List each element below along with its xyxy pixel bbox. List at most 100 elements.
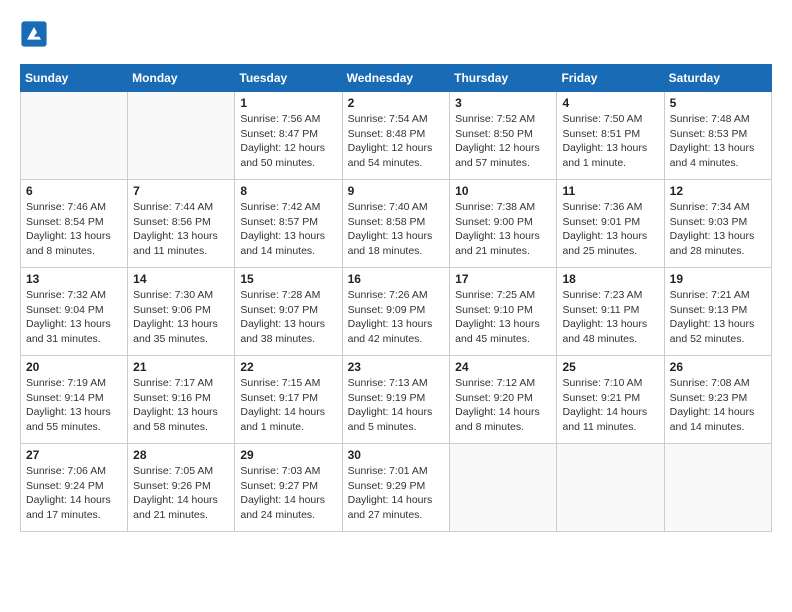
calendar-cell: 11 Sunrise: 7:36 AM Sunset: 9:01 PM Dayli…	[557, 180, 664, 268]
calendar-cell: 22 Sunrise: 7:15 AM Sunset: 9:17 PM Dayli…	[235, 356, 342, 444]
calendar-cell: 18 Sunrise: 7:23 AM Sunset: 9:11 PM Dayli…	[557, 268, 664, 356]
day-info: Sunrise: 7:36 AM Sunset: 9:01 PM Dayligh…	[562, 200, 658, 259]
calendar-cell: 27Sunrise: 7:06 AM Sunset: 9:24 PM Dayli…	[21, 444, 128, 532]
day-number: 3	[455, 96, 551, 110]
day-number: 12	[670, 184, 766, 198]
day-number: 30	[348, 448, 445, 462]
calendar-cell: 2 Sunrise: 7:54 AM Sunset: 8:48 PM Daylig…	[342, 92, 450, 180]
calendar-cell: 6 Sunrise: 7:46 AM Sunset: 8:54 PM Daylig…	[21, 180, 128, 268]
day-info: Sunrise: 7:23 AM Sunset: 9:11 PM Dayligh…	[562, 288, 658, 347]
day-number: 2	[348, 96, 445, 110]
page-header	[20, 20, 772, 48]
calendar-cell: 12 Sunrise: 7:34 AM Sunset: 9:03 PM Dayli…	[664, 180, 771, 268]
day-number: 11	[562, 184, 658, 198]
day-info: Sunrise: 7:42 AM Sunset: 8:57 PM Dayligh…	[240, 200, 336, 259]
calendar-cell	[664, 444, 771, 532]
day-info: Sunrise: 7:28 AM Sunset: 9:07 PM Dayligh…	[240, 288, 336, 347]
calendar-cell: 28 Sunrise: 7:05 AM Sunset: 9:26 PM Dayli…	[128, 444, 235, 532]
day-number: 15	[240, 272, 336, 286]
day-number: 29	[240, 448, 336, 462]
day-info: Sunrise: 7:25 AM Sunset: 9:10 PM Dayligh…	[455, 288, 551, 347]
calendar-table: SundayMondayTuesdayWednesdayThursdayFrid…	[20, 64, 772, 532]
weekday-header-wednesday: Wednesday	[342, 65, 450, 92]
calendar-cell: 25 Sunrise: 7:10 AM Sunset: 9:21 PM Dayli…	[557, 356, 664, 444]
calendar-cell: 15 Sunrise: 7:28 AM Sunset: 9:07 PM Dayli…	[235, 268, 342, 356]
calendar-week-5: 27Sunrise: 7:06 AM Sunset: 9:24 PM Dayli…	[21, 444, 772, 532]
calendar-cell: 24 Sunrise: 7:12 AM Sunset: 9:20 PM Dayli…	[450, 356, 557, 444]
calendar-week-2: 6 Sunrise: 7:46 AM Sunset: 8:54 PM Daylig…	[21, 180, 772, 268]
day-info: Sunrise: 7:44 AM Sunset: 8:56 PM Dayligh…	[133, 200, 229, 259]
calendar-cell: 9 Sunrise: 7:40 AM Sunset: 8:58 PM Daylig…	[342, 180, 450, 268]
calendar-cell	[21, 92, 128, 180]
weekday-header-row: SundayMondayTuesdayWednesdayThursdayFrid…	[21, 65, 772, 92]
calendar-cell: 3 Sunrise: 7:52 AM Sunset: 8:50 PM Daylig…	[450, 92, 557, 180]
calendar-cell: 10 Sunrise: 7:38 AM Sunset: 9:00 PM Dayli…	[450, 180, 557, 268]
day-info: Sunrise: 7:34 AM Sunset: 9:03 PM Dayligh…	[670, 200, 766, 259]
day-number: 14	[133, 272, 229, 286]
calendar-cell: 4Sunrise: 7:50 AM Sunset: 8:51 PM Daylig…	[557, 92, 664, 180]
calendar-week-3: 13Sunrise: 7:32 AM Sunset: 9:04 PM Dayli…	[21, 268, 772, 356]
day-number: 10	[455, 184, 551, 198]
day-info: Sunrise: 7:10 AM Sunset: 9:21 PM Dayligh…	[562, 376, 658, 435]
day-number: 8	[240, 184, 336, 198]
calendar-cell: 7Sunrise: 7:44 AM Sunset: 8:56 PM Daylig…	[128, 180, 235, 268]
day-number: 6	[26, 184, 122, 198]
day-number: 16	[348, 272, 445, 286]
day-info: Sunrise: 7:54 AM Sunset: 8:48 PM Dayligh…	[348, 112, 445, 171]
calendar-cell	[128, 92, 235, 180]
calendar-cell: 17 Sunrise: 7:25 AM Sunset: 9:10 PM Dayli…	[450, 268, 557, 356]
day-number: 17	[455, 272, 551, 286]
day-info: Sunrise: 7:15 AM Sunset: 9:17 PM Dayligh…	[240, 376, 336, 435]
calendar-cell: 5 Sunrise: 7:48 AM Sunset: 8:53 PM Daylig…	[664, 92, 771, 180]
calendar-cell: 23Sunrise: 7:13 AM Sunset: 9:19 PM Dayli…	[342, 356, 450, 444]
day-number: 5	[670, 96, 766, 110]
day-info: Sunrise: 7:56 AM Sunset: 8:47 PM Dayligh…	[240, 112, 336, 171]
day-info: Sunrise: 7:52 AM Sunset: 8:50 PM Dayligh…	[455, 112, 551, 171]
day-info: Sunrise: 7:50 AM Sunset: 8:51 PM Dayligh…	[562, 112, 658, 171]
weekday-header-thursday: Thursday	[450, 65, 557, 92]
day-info: Sunrise: 7:05 AM Sunset: 9:26 PM Dayligh…	[133, 464, 229, 523]
day-number: 13	[26, 272, 122, 286]
calendar-cell: 19 Sunrise: 7:21 AM Sunset: 9:13 PM Dayli…	[664, 268, 771, 356]
day-number: 25	[562, 360, 658, 374]
calendar-cell: 16Sunrise: 7:26 AM Sunset: 9:09 PM Dayli…	[342, 268, 450, 356]
day-number: 22	[240, 360, 336, 374]
calendar-cell: 1 Sunrise: 7:56 AM Sunset: 8:47 PM Daylig…	[235, 92, 342, 180]
day-info: Sunrise: 7:08 AM Sunset: 9:23 PM Dayligh…	[670, 376, 766, 435]
day-info: Sunrise: 7:19 AM Sunset: 9:14 PM Dayligh…	[26, 376, 122, 435]
logo	[20, 20, 52, 48]
calendar-cell	[450, 444, 557, 532]
calendar-cell: 8 Sunrise: 7:42 AM Sunset: 8:57 PM Daylig…	[235, 180, 342, 268]
day-info: Sunrise: 7:12 AM Sunset: 9:20 PM Dayligh…	[455, 376, 551, 435]
logo-icon	[20, 20, 48, 48]
calendar-cell: 30 Sunrise: 7:01 AM Sunset: 9:29 PM Dayli…	[342, 444, 450, 532]
day-number: 19	[670, 272, 766, 286]
calendar-cell	[557, 444, 664, 532]
calendar-cell: 26Sunrise: 7:08 AM Sunset: 9:23 PM Dayli…	[664, 356, 771, 444]
day-number: 27	[26, 448, 122, 462]
calendar-cell: 13Sunrise: 7:32 AM Sunset: 9:04 PM Dayli…	[21, 268, 128, 356]
weekday-header-monday: Monday	[128, 65, 235, 92]
day-info: Sunrise: 7:21 AM Sunset: 9:13 PM Dayligh…	[670, 288, 766, 347]
day-info: Sunrise: 7:01 AM Sunset: 9:29 PM Dayligh…	[348, 464, 445, 523]
day-number: 20	[26, 360, 122, 374]
weekday-header-sunday: Sunday	[21, 65, 128, 92]
day-info: Sunrise: 7:48 AM Sunset: 8:53 PM Dayligh…	[670, 112, 766, 171]
calendar-week-1: 1 Sunrise: 7:56 AM Sunset: 8:47 PM Daylig…	[21, 92, 772, 180]
day-info: Sunrise: 7:46 AM Sunset: 8:54 PM Dayligh…	[26, 200, 122, 259]
day-number: 24	[455, 360, 551, 374]
day-number: 18	[562, 272, 658, 286]
day-info: Sunrise: 7:17 AM Sunset: 9:16 PM Dayligh…	[133, 376, 229, 435]
day-number: 9	[348, 184, 445, 198]
calendar-week-4: 20 Sunrise: 7:19 AM Sunset: 9:14 PM Dayli…	[21, 356, 772, 444]
calendar-cell: 29Sunrise: 7:03 AM Sunset: 9:27 PM Dayli…	[235, 444, 342, 532]
weekday-header-saturday: Saturday	[664, 65, 771, 92]
day-number: 28	[133, 448, 229, 462]
weekday-header-friday: Friday	[557, 65, 664, 92]
day-number: 1	[240, 96, 336, 110]
day-info: Sunrise: 7:38 AM Sunset: 9:00 PM Dayligh…	[455, 200, 551, 259]
day-info: Sunrise: 7:40 AM Sunset: 8:58 PM Dayligh…	[348, 200, 445, 259]
calendar-cell: 14Sunrise: 7:30 AM Sunset: 9:06 PM Dayli…	[128, 268, 235, 356]
weekday-header-tuesday: Tuesday	[235, 65, 342, 92]
calendar-cell: 20 Sunrise: 7:19 AM Sunset: 9:14 PM Dayli…	[21, 356, 128, 444]
